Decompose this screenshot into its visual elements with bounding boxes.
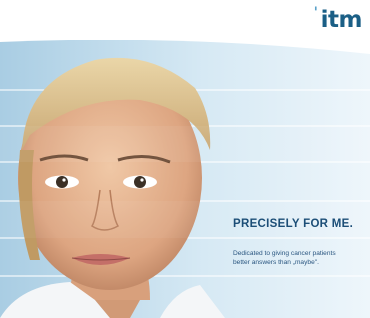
itm-logo: ' itm [314, 6, 363, 33]
brand-header: ' itm [0, 0, 370, 40]
logo-accent-mark: ' [313, 5, 318, 21]
left-iris [56, 176, 68, 188]
right-iris [134, 176, 146, 188]
tagline: Dedicated to giving cancer patients bett… [233, 249, 368, 267]
tagline-line-1: Dedicated to giving cancer patients [233, 250, 336, 257]
portrait-illustration [0, 40, 370, 318]
logo-wordmark: itm [320, 7, 363, 33]
advertisement: ' itm PRECISELY FOR ME. Dedicated to giv… [0, 0, 370, 318]
hero-image: PRECISELY FOR ME. Dedicated to giving ca… [0, 40, 370, 318]
tagline-line-2: better answers than „maybe". [233, 259, 319, 266]
headline: PRECISELY FOR ME. [233, 218, 354, 230]
